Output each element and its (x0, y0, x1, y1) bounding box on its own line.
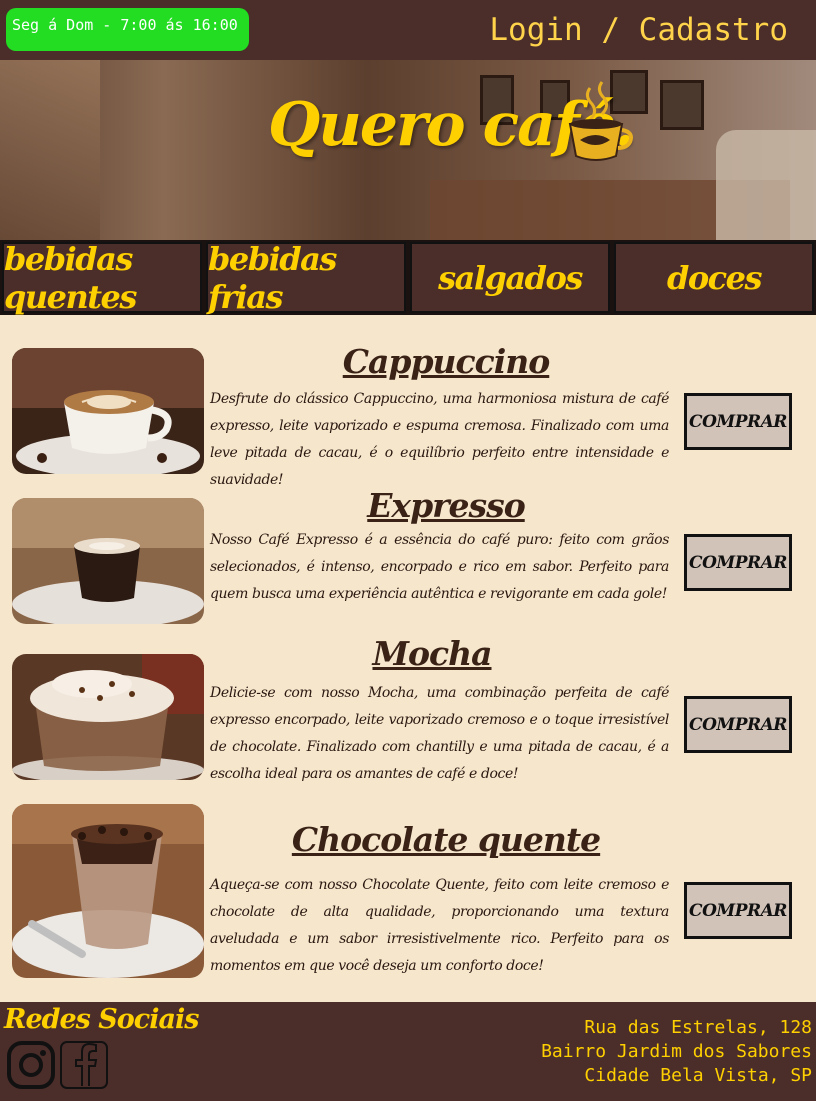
address-neighborhood: Bairro Jardim dos Sabores (541, 1041, 812, 1062)
buy-button[interactable]: COMPRAR (684, 393, 792, 450)
product-description: Nosso Café Expresso é a essência do café… (210, 532, 669, 602)
facebook-icon[interactable] (59, 1040, 109, 1090)
opening-hours-badge: Seg á Dom - 7:00 ás 16:00 (6, 8, 249, 51)
top-bar: Seg á Dom - 7:00 ás 16:00 Login / Cadast… (0, 0, 816, 60)
buy-button[interactable]: COMPRAR (684, 696, 792, 753)
product-title: Mocha (372, 634, 492, 673)
nav-item-salgados[interactable]: salgados (410, 242, 610, 313)
address-city: Cidade Bela Vista, SP (584, 1065, 812, 1086)
product-description: Desfrute do clássico Cappuccino, uma har… (210, 391, 669, 488)
cappuccino-image (12, 348, 204, 474)
product-title: Chocolate quente (291, 820, 601, 859)
address-block: Rua das Estrelas, 128 Bairro Jardim dos … (541, 1016, 812, 1088)
buy-button[interactable]: COMPRAR (684, 534, 792, 591)
coffee-cup-icon (568, 81, 633, 161)
login-register-link[interactable]: Login / Cadastro (489, 12, 788, 48)
hero-banner: Quero café. (0, 60, 816, 240)
chocolate-quente-image (12, 804, 204, 978)
product-description: Aqueça-se com nosso Chocolate Quente, fe… (210, 877, 669, 974)
nav-item-doces[interactable]: doces (614, 242, 814, 313)
nav-item-bebidas-frias[interactable]: bebidas frias (206, 240, 406, 316)
buy-button[interactable]: COMPRAR (684, 882, 792, 939)
product-description: Delicie-se com nosso Mocha, uma combinaç… (210, 685, 669, 782)
social-section-title: Redes Sociais (4, 1004, 199, 1035)
mocha-image (12, 654, 204, 780)
footer: Redes Sociais Rua das Estrelas, 128 Bair… (0, 1002, 816, 1101)
product-title: Cappuccino (342, 342, 551, 381)
expresso-image (12, 498, 204, 624)
address-street: Rua das Estrelas, 128 (584, 1017, 812, 1038)
product-title: Expresso (367, 486, 525, 525)
hero-background-lettering (0, 70, 130, 240)
instagram-icon[interactable] (6, 1040, 56, 1090)
category-nav: bebidas quentes bebidas frias salgados d… (0, 240, 816, 316)
nav-item-bebidas-quentes[interactable]: bebidas quentes (2, 240, 202, 316)
